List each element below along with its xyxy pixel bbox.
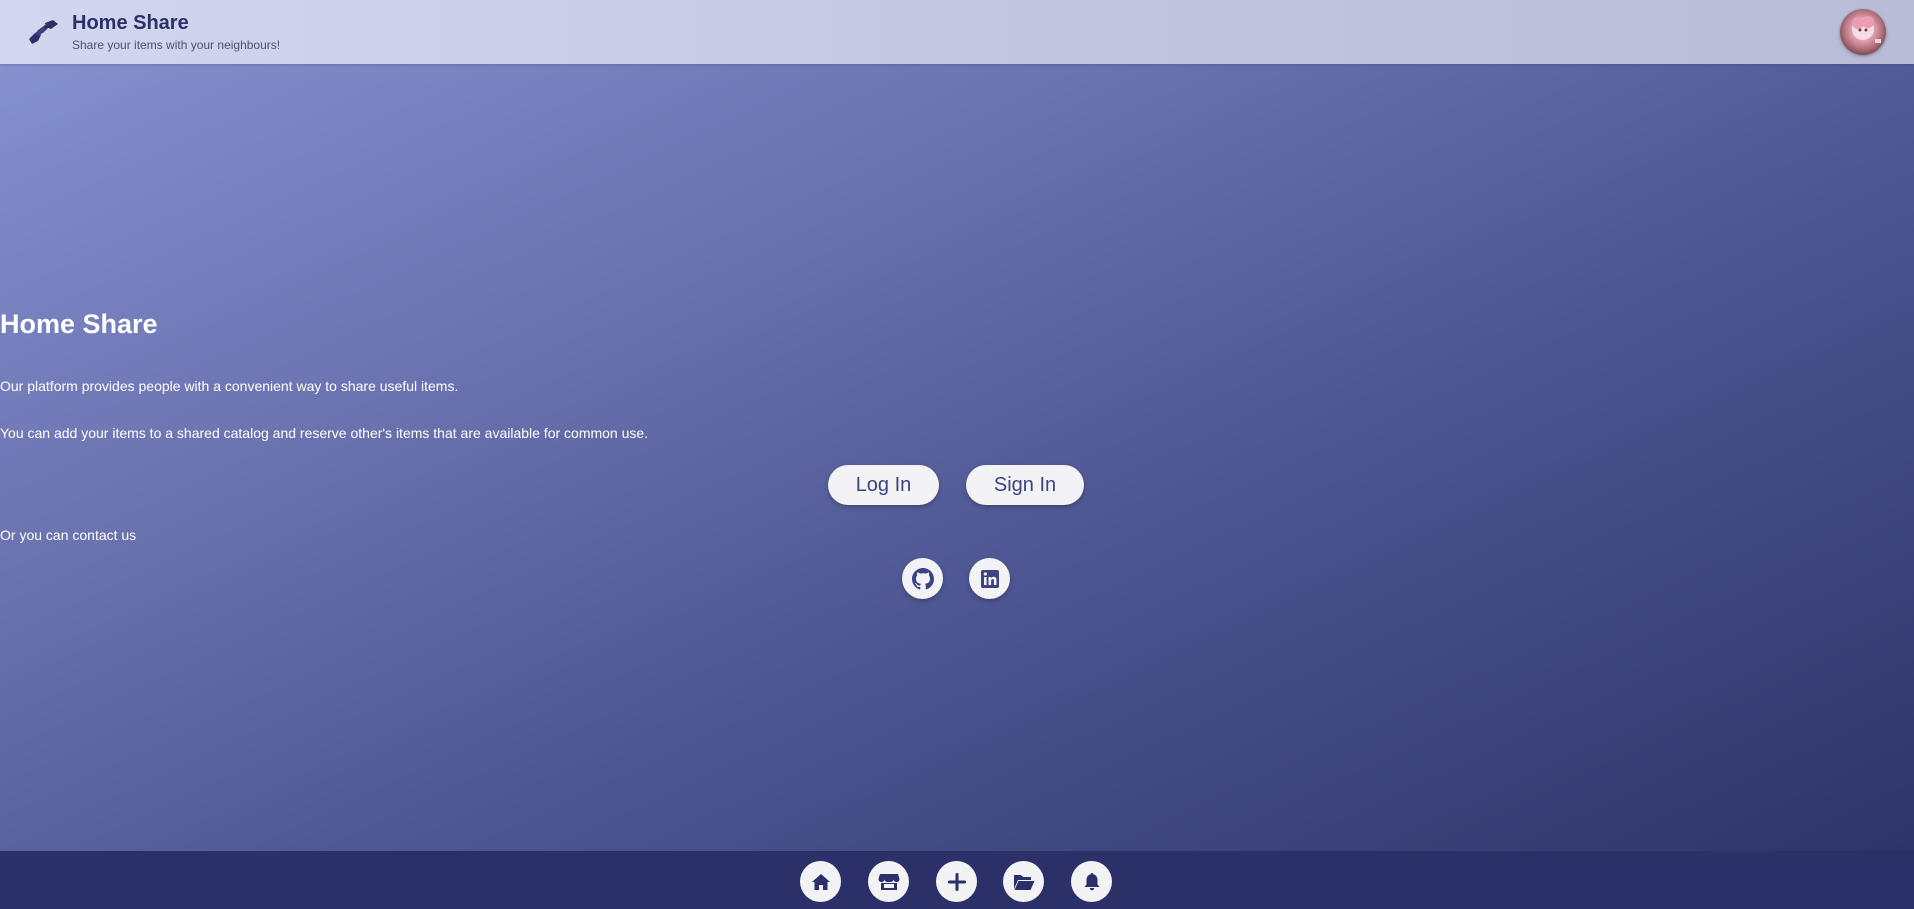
linkedin-icon — [980, 569, 999, 588]
github-icon — [911, 567, 934, 589]
brand-title: Home Share — [72, 12, 189, 34]
linkedin-button[interactable] — [969, 558, 1010, 599]
nav-home-button[interactable] — [800, 861, 841, 902]
app-header: Home Share Share your items with your ne… — [0, 0, 1914, 64]
hero-description-2: You can add your items to a shared catal… — [0, 425, 649, 441]
handshake-icon[interactable] — [24, 13, 62, 51]
nav-add-button[interactable] — [936, 861, 977, 902]
home-icon — [811, 873, 830, 890]
main-content: Home Share Our platform provides people … — [0, 64, 1914, 851]
user-avatar[interactable] — [1840, 9, 1886, 55]
contact-text: Or you can contact us — [0, 527, 137, 543]
plus-icon — [947, 872, 966, 891]
bottom-nav — [0, 851, 1914, 909]
login-button[interactable]: Log In — [828, 465, 939, 505]
store-icon — [878, 873, 899, 890]
bell-icon — [1084, 872, 1099, 890]
nav-folder-button[interactable] — [1003, 861, 1044, 902]
hero-description-1: Our platform provides people with a conv… — [0, 378, 459, 394]
signin-button[interactable]: Sign In — [966, 465, 1084, 505]
brand-subtitle: Share your items with your neighbours! — [72, 38, 281, 52]
github-button[interactable] — [902, 558, 943, 599]
hero-title: Home Share — [0, 309, 158, 339]
nav-notifications-button[interactable] — [1071, 861, 1112, 902]
nav-store-button[interactable] — [868, 861, 909, 902]
folder-open-icon — [1013, 874, 1034, 890]
brand: Home Share Share your items with your ne… — [72, 11, 280, 53]
